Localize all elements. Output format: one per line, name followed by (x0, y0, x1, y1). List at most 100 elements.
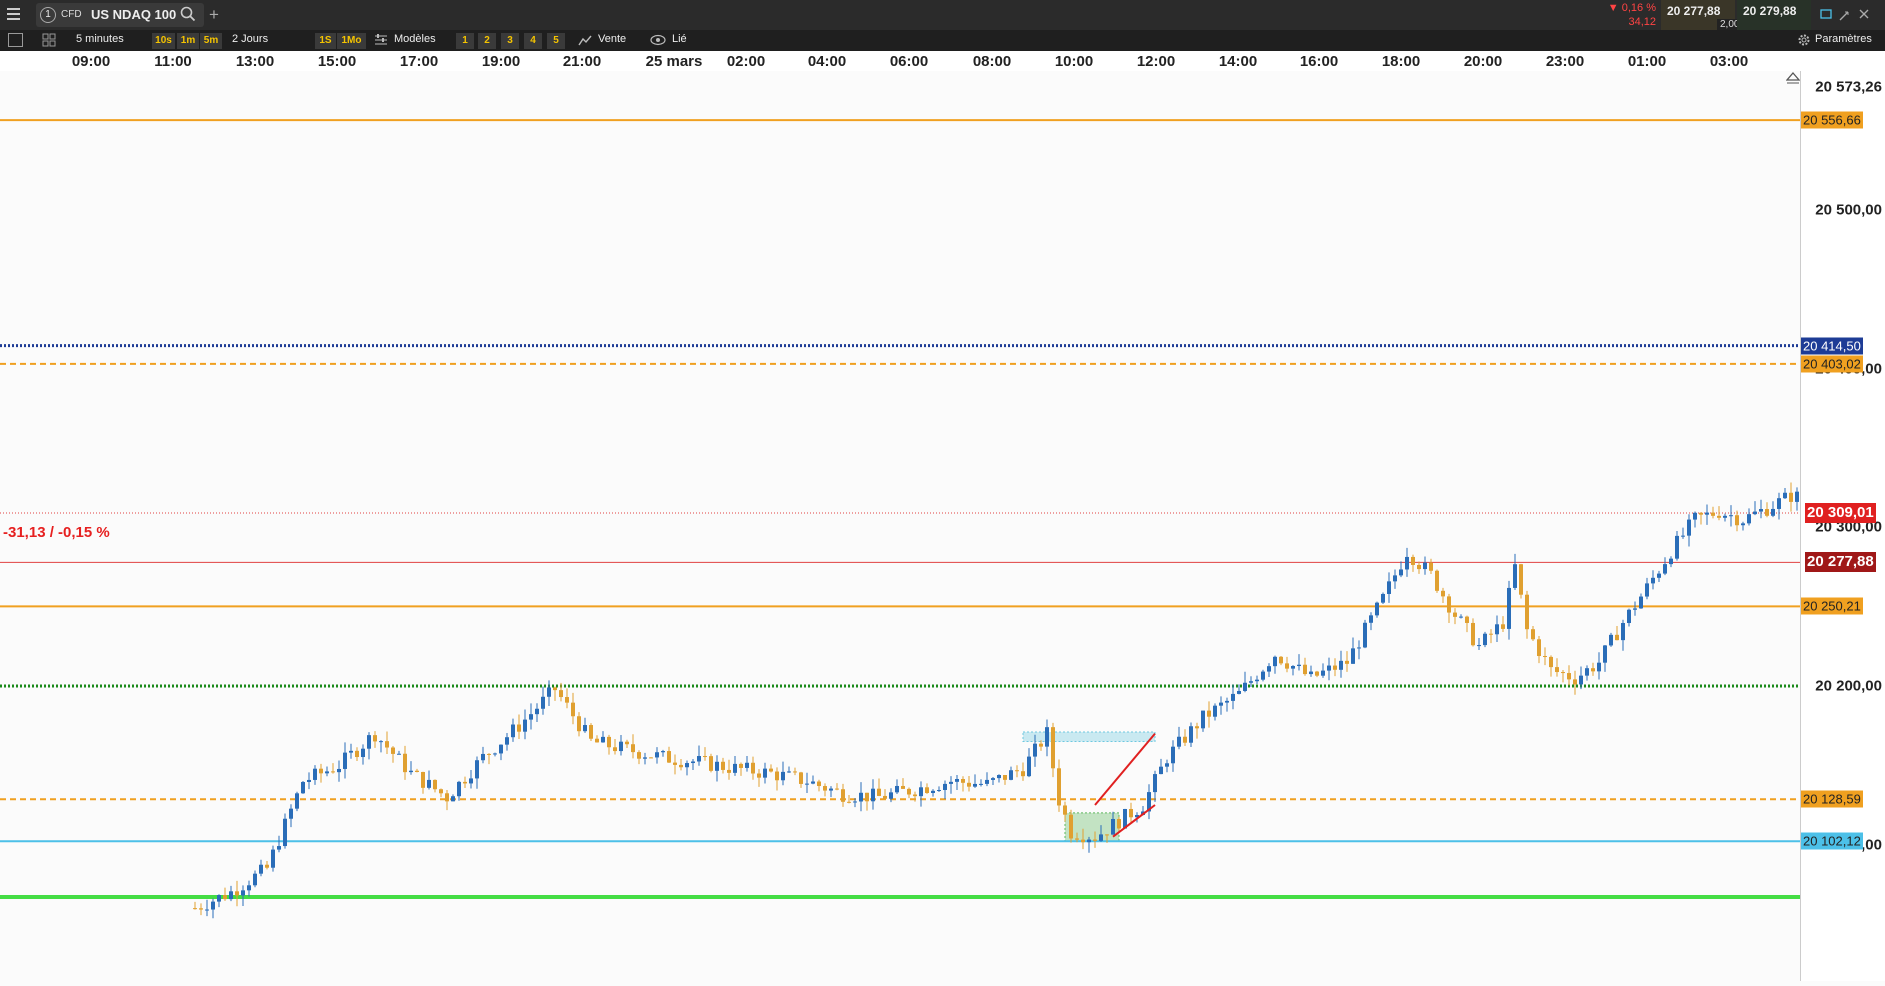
layout-grid-icon[interactable] (42, 33, 56, 50)
axis-scroll-up-icon[interactable] (1785, 71, 1801, 90)
candle-body (727, 769, 731, 773)
candle-body (601, 736, 605, 743)
candle-body (193, 908, 197, 910)
quick-period-1mo[interactable]: 1Mo (337, 33, 366, 49)
candle-body (919, 787, 923, 797)
candle-body (241, 890, 245, 896)
candle-body (1465, 616, 1469, 623)
candle-body (697, 756, 701, 762)
candle-body (583, 725, 587, 732)
candle-body (1375, 602, 1379, 616)
slot-2[interactable]: 2 (478, 33, 496, 49)
candle-body (1237, 690, 1241, 694)
slot-4[interactable]: 4 (524, 33, 542, 49)
templates-icon[interactable] (374, 34, 388, 49)
candle-body (859, 792, 863, 802)
candle-body (883, 795, 887, 799)
candle-body (1459, 616, 1463, 618)
candle-body (757, 773, 761, 778)
slot-5[interactable]: 5 (547, 33, 565, 49)
candle-body (991, 778, 995, 780)
candle-body (451, 796, 455, 802)
candle-body (1339, 660, 1343, 670)
candle-body (1681, 535, 1685, 537)
slot-1[interactable]: 1 (456, 33, 474, 49)
candle-body (1015, 770, 1019, 772)
candle-body (769, 768, 773, 772)
candle-body (1213, 705, 1217, 717)
quick-period-1s[interactable]: 1S (315, 33, 336, 49)
candle-body (1501, 624, 1505, 629)
price-tick: 20 200,00 (1815, 677, 1882, 695)
candle-body (691, 761, 695, 764)
slot-3[interactable]: 3 (501, 33, 519, 49)
quick-timeframe-10s[interactable]: 10s (152, 33, 175, 49)
candle-body (253, 873, 257, 886)
candle-body (1519, 564, 1523, 595)
candle-body (535, 708, 539, 715)
settings-gear-icon[interactable] (1797, 33, 1811, 50)
settings-button[interactable]: Paramètres (1815, 33, 1872, 45)
candle-body (847, 801, 851, 803)
price-axis[interactable]: 20 573,26 20 500,0020 400,0020 300,0020 … (1785, 71, 1885, 981)
templates-button[interactable]: Modèles (394, 33, 436, 45)
candle-body (655, 752, 659, 758)
link-eye-icon[interactable] (650, 34, 666, 49)
candle-body (565, 697, 569, 703)
candle-body (1453, 612, 1457, 617)
quick-timeframe-5m[interactable]: 5m (200, 33, 222, 49)
candle-body (247, 885, 251, 891)
sell-button[interactable]: Vente (598, 33, 626, 45)
candle-body (1567, 673, 1571, 680)
chart-plot-area[interactable]: -31,13 / -0,15 % (0, 71, 1883, 981)
time-tick: 08:00 (972, 53, 1012, 70)
shaded-zone (1064, 812, 1120, 842)
candle-body (1051, 727, 1055, 769)
candle-body (1747, 514, 1751, 524)
candle-body (1555, 667, 1559, 673)
candle-body (517, 724, 521, 732)
candle-body (559, 690, 563, 698)
candle-body (1627, 609, 1631, 624)
time-tick: 01:00 (1627, 53, 1667, 70)
time-tick: 09:00 (71, 53, 111, 70)
chart-canvas[interactable] (0, 71, 1883, 981)
candle-body (1687, 519, 1691, 536)
timeframe-select[interactable]: 5 minutes (76, 33, 124, 45)
candle-body (985, 779, 989, 784)
add-tab-button[interactable]: + (209, 5, 219, 25)
candle-body (1525, 594, 1529, 630)
candle-body (709, 756, 713, 771)
candle-body (865, 792, 869, 802)
panel-toggle-icon[interactable] (8, 33, 23, 47)
candle-body (199, 908, 203, 910)
sell-icon[interactable] (578, 34, 592, 49)
time-tick: 20:00 (1463, 53, 1503, 70)
candle-body (1579, 675, 1583, 685)
candle-body (889, 792, 893, 799)
candle-body (445, 793, 449, 802)
ask-price-button[interactable]: 20 279,88 (1737, 0, 1811, 30)
candle-body (547, 687, 551, 697)
period-select[interactable]: 2 Jours (232, 33, 268, 45)
candle-body (1669, 558, 1673, 565)
candle-body (1759, 509, 1763, 512)
search-icon[interactable] (180, 6, 196, 25)
window-control-icons[interactable] (1818, 7, 1882, 23)
candle-body (1471, 622, 1475, 646)
candle-body (1081, 839, 1085, 843)
candle-body (949, 781, 953, 784)
candle-body (493, 753, 497, 755)
candle-body (1603, 645, 1607, 663)
instrument-tab[interactable]: 1 CFD US NDAQ 100 (36, 3, 204, 27)
candle-body (409, 770, 413, 773)
candle-body (1165, 763, 1169, 767)
linked-button[interactable]: Lié (672, 33, 687, 45)
instrument-name: US NDAQ 100 (91, 7, 177, 22)
candle-body (835, 788, 839, 790)
candle-body (571, 702, 575, 717)
hamburger-menu-icon[interactable] (7, 8, 20, 20)
quick-timeframe-1m[interactable]: 1m (177, 33, 199, 49)
candle-body (1483, 633, 1487, 646)
chart-toolbar: 5 minutes 10s 1m 5m 2 Jours 1S 1Mo Modèl… (0, 30, 1885, 51)
